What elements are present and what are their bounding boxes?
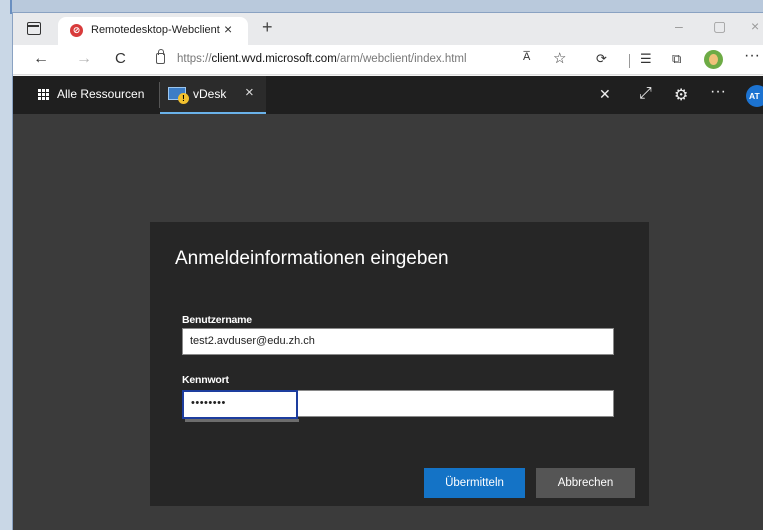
password-label: Kennwort: [182, 374, 229, 386]
focus-shadow: [185, 419, 299, 422]
session-tab-vdesk[interactable]: ! vDesk ×: [160, 76, 266, 114]
lock-icon[interactable]: [156, 49, 165, 64]
url-path: /arm/webclient/index.html: [336, 53, 467, 65]
user-avatar[interactable]: AT: [746, 85, 763, 107]
screen-backdrop-left: [0, 0, 12, 530]
new-tab-icon[interactable]: +: [262, 17, 273, 38]
toolbar-divider: [629, 54, 630, 68]
app-grid-icon[interactable]: [38, 89, 49, 100]
unpin-icon[interactable]: ✕: [599, 86, 611, 103]
navigation-bar: ← → C https://client.wvd.microsoft.com/a…: [13, 45, 763, 75]
remote-session-area: Anmeldeinformationen eingeben Benutzerna…: [13, 114, 763, 530]
app-header: Alle Ressourcen ! vDesk × ✕ ⤢ ⚙ ··· AT: [13, 76, 763, 114]
extensions-icon[interactable]: ⟳: [596, 51, 607, 67]
favorite-star-icon[interactable]: ☆: [553, 49, 566, 67]
password-field[interactable]: ••••••••: [182, 390, 614, 422]
more-options-icon[interactable]: ···: [744, 47, 760, 65]
fullscreen-icon[interactable]: ⤢: [639, 85, 652, 103]
tab-strip: ⊘ Remotedesktop-Webclient × + – ▢ ×: [13, 13, 763, 45]
maximize-icon[interactable]: ▢: [713, 18, 726, 35]
tab-title: Remotedesktop-Webclient: [91, 24, 220, 36]
url-host: client.wvd.microsoft.com: [211, 53, 337, 65]
favorites-list-icon[interactable]: ☰: [640, 51, 652, 67]
submit-button[interactable]: Übermitteln: [424, 468, 525, 498]
read-aloud-icon[interactable]: A̅: [523, 51, 530, 63]
warning-icon: !: [178, 93, 189, 104]
dialog-title: Anmeldeinformationen eingeben: [175, 248, 449, 269]
close-tab-icon[interactable]: ×: [224, 21, 232, 37]
url-protocol: https://: [177, 53, 212, 65]
all-resources-link[interactable]: Alle Ressourcen: [57, 87, 144, 101]
credentials-dialog: Anmeldeinformationen eingeben Benutzerna…: [150, 222, 649, 506]
close-session-icon[interactable]: ×: [245, 84, 254, 101]
minimize-icon[interactable]: –: [675, 18, 683, 34]
tab-actions-icon[interactable]: [27, 22, 41, 35]
collections-icon[interactable]: ⧉: [672, 51, 681, 67]
session-tab-label: vDesk: [193, 87, 227, 101]
forward-icon[interactable]: →: [76, 50, 92, 68]
password-value: ••••••••: [182, 390, 298, 419]
username-field[interactable]: test2.avduser@edu.zh.ch: [182, 328, 614, 355]
username-label: Benutzername: [182, 314, 252, 326]
browser-window: ⊘ Remotedesktop-Webclient × + – ▢ × ← → …: [12, 12, 763, 530]
browser-tab[interactable]: ⊘ Remotedesktop-Webclient ×: [58, 17, 248, 45]
profile-avatar[interactable]: [704, 50, 723, 69]
settings-gear-icon[interactable]: ⚙: [674, 85, 688, 105]
cancel-button[interactable]: Abbrechen: [536, 468, 635, 498]
address-bar[interactable]: https://client.wvd.microsoft.com/arm/web…: [177, 53, 467, 65]
more-options-icon[interactable]: ···: [710, 83, 726, 101]
screen-backdrop: [0, 0, 763, 12]
remote-desktop-icon: ⊘: [70, 24, 83, 37]
close-window-icon[interactable]: ×: [751, 18, 759, 34]
back-icon[interactable]: ←: [33, 50, 49, 68]
refresh-icon[interactable]: C: [115, 50, 126, 67]
